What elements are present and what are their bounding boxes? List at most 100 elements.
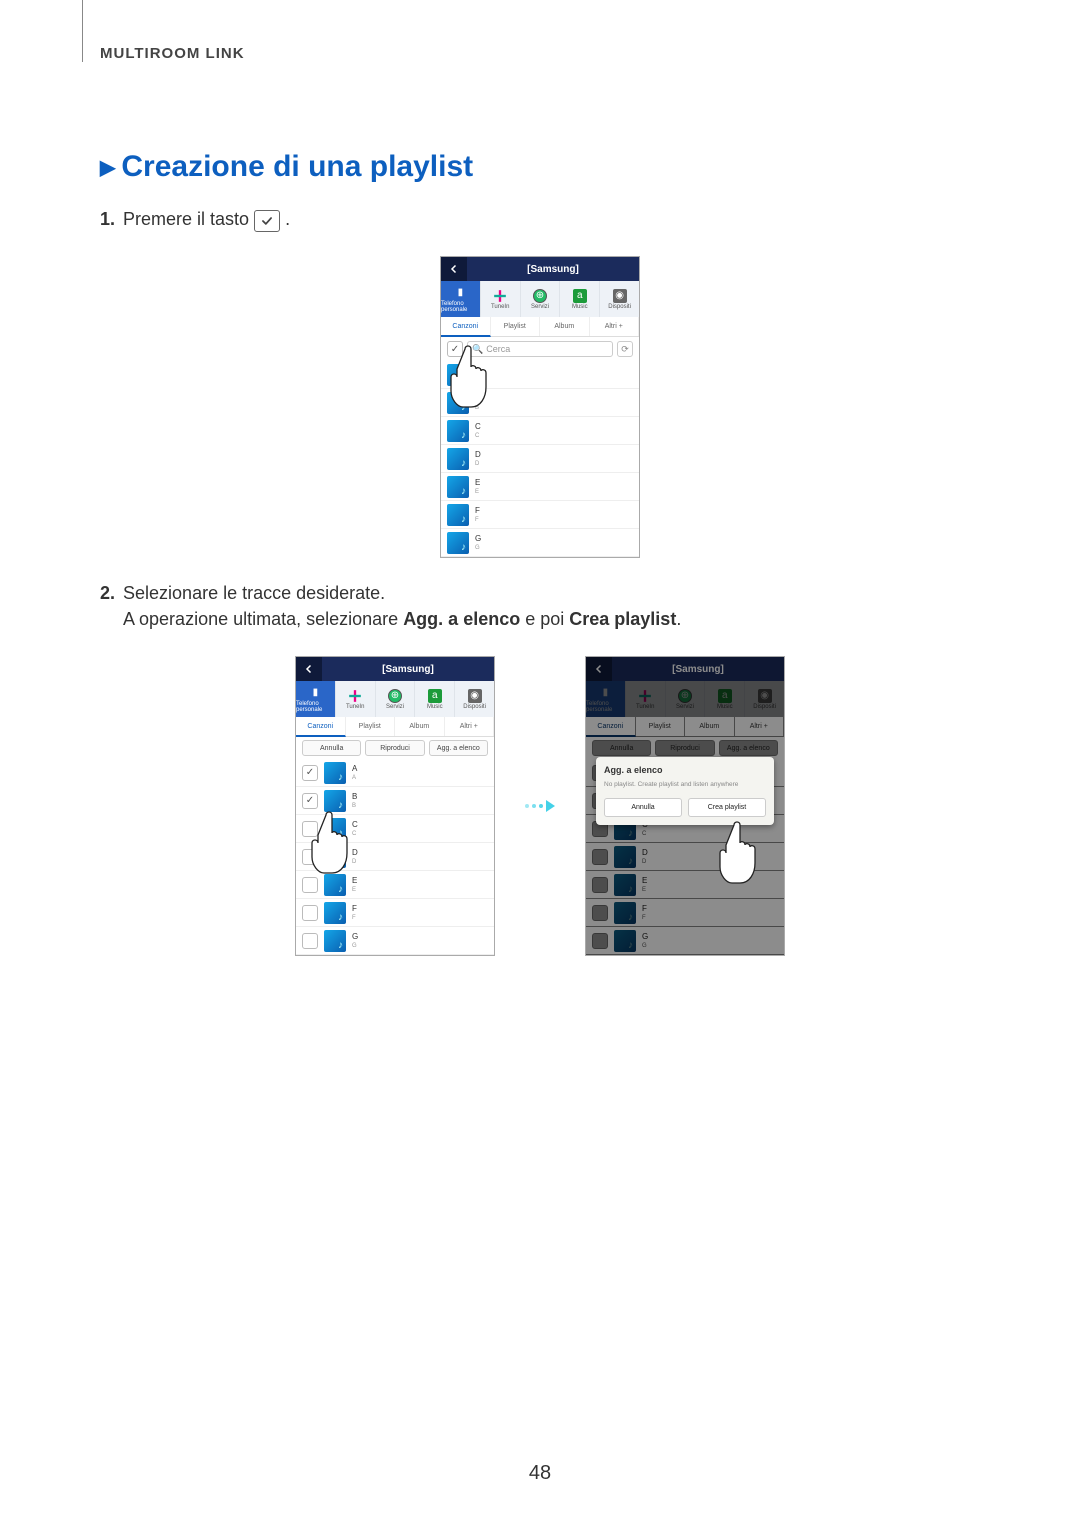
track-row[interactable]: EE — [296, 871, 494, 899]
screenshot-2: [Samsung] ▮Telefono personale TuneIn ⊕Se… — [295, 656, 495, 956]
sequence-arrow-icon — [525, 800, 555, 812]
track-title: A — [475, 367, 480, 375]
track-row[interactable]: BB — [441, 389, 639, 417]
step-2-line2a: A operazione ultimata, selezionare — [123, 609, 403, 629]
source-tunein-label: TuneIn — [346, 704, 364, 710]
track-title: A — [352, 765, 357, 773]
screenshot-3: [Samsung] ▮Telefono personale TuneIn ⊕Se… — [585, 656, 785, 956]
track-checkbox[interactable] — [302, 765, 318, 781]
check-button-icon — [254, 210, 280, 232]
back-button[interactable] — [296, 657, 322, 681]
source-row: ▮Telefono personale TuneIn ⊕Servizi aMus… — [296, 681, 494, 717]
step-2: 2. Selezionare le tracce desiderate. A o… — [100, 580, 980, 632]
cancel-button[interactable]: Annulla — [302, 740, 361, 756]
title-caret-icon: ▶ — [100, 155, 115, 180]
add-to-list-button[interactable]: Agg. a elenco — [429, 740, 488, 756]
track-checkbox[interactable] — [302, 793, 318, 809]
tab-more[interactable]: Altri + — [590, 317, 640, 336]
track-thumb-icon — [324, 846, 346, 868]
track-checkbox[interactable] — [302, 821, 318, 837]
track-artist: F — [475, 517, 480, 523]
select-all-checkbox[interactable] — [447, 341, 463, 357]
modal-create-playlist-button[interactable]: Crea playlist — [688, 798, 766, 817]
source-devices[interactable]: ◉Dispositi — [455, 681, 494, 717]
track-checkbox[interactable] — [302, 849, 318, 865]
screenshot-row-2: [Samsung] ▮Telefono personale TuneIn ⊕Se… — [100, 656, 980, 956]
step-2-line1: Selezionare le tracce desiderate. — [123, 583, 385, 603]
screenshot-1: [Samsung] ▮Telefono personale TuneIn ⊕Se… — [440, 256, 640, 558]
tab-more[interactable]: Altri + — [445, 717, 495, 736]
track-title: D — [475, 451, 481, 459]
tab-row: Canzoni Playlist Album Altri + — [441, 317, 639, 337]
source-services[interactable]: ⊕Servizi — [521, 281, 561, 317]
source-devices[interactable]: ◉Dispositi — [600, 281, 639, 317]
app-title: [Samsung] — [467, 264, 639, 275]
track-row[interactable]: CC — [441, 417, 639, 445]
track-row[interactable]: DD — [441, 445, 639, 473]
source-services-label: Servizi — [531, 304, 549, 310]
refresh-button[interactable]: ⟳ — [617, 341, 633, 357]
modal-cancel-button[interactable]: Annulla — [604, 798, 682, 817]
source-phone-label: Telefono personale — [441, 301, 480, 313]
step-2-line2e: . — [676, 609, 681, 629]
tab-album[interactable]: Album — [540, 317, 590, 336]
step-2-bold-create: Crea playlist — [569, 609, 676, 629]
track-row[interactable]: GG — [296, 927, 494, 955]
track-thumb-icon — [324, 902, 346, 924]
section-header: MULTIROOM LINK — [100, 45, 245, 62]
modal-title: Agg. a elenco — [604, 765, 766, 775]
source-services[interactable]: ⊕Servizi — [376, 681, 416, 717]
tab-songs[interactable]: Canzoni — [296, 717, 346, 737]
track-row[interactable]: FF — [441, 501, 639, 529]
track-title: G — [352, 933, 358, 941]
track-artist: G — [352, 943, 358, 949]
track-row[interactable]: FF — [296, 899, 494, 927]
track-row[interactable]: BB — [296, 787, 494, 815]
source-phone[interactable]: ▮Telefono personale — [441, 281, 481, 317]
step-1-number: 1. — [100, 206, 115, 232]
step-1-before: Premere il tasto — [123, 209, 249, 229]
app-header: [Samsung] — [441, 257, 639, 281]
track-row[interactable]: EE — [441, 473, 639, 501]
header-rule — [82, 0, 83, 62]
track-row[interactable]: GG — [441, 529, 639, 557]
track-thumb-icon — [447, 476, 469, 498]
search-placeholder: Cerca — [486, 344, 510, 354]
track-checkbox[interactable] — [302, 933, 318, 949]
step-1-text: Premere il tasto . — [123, 206, 980, 232]
source-amazon[interactable]: aMusic — [560, 281, 600, 317]
track-row[interactable]: AA — [441, 361, 639, 389]
track-row[interactable]: CC — [296, 815, 494, 843]
source-tunein-label: TuneIn — [491, 304, 509, 310]
track-thumb-icon — [447, 448, 469, 470]
source-amazon[interactable]: aMusic — [415, 681, 455, 717]
track-thumb-icon — [324, 874, 346, 896]
track-artist: A — [352, 775, 357, 781]
track-thumb-icon — [324, 930, 346, 952]
step-2-number: 2. — [100, 580, 115, 632]
track-title: C — [352, 821, 358, 829]
page-title-row: ▶ Creazione di una playlist — [100, 150, 980, 184]
tab-playlist[interactable]: Playlist — [346, 717, 396, 736]
source-tunein[interactable]: TuneIn — [336, 681, 376, 717]
tab-album[interactable]: Album — [395, 717, 445, 736]
track-title: G — [475, 535, 481, 543]
track-artist: F — [352, 915, 357, 921]
tab-playlist[interactable]: Playlist — [491, 317, 541, 336]
action-row: Annulla Riproduci Agg. a elenco — [296, 737, 494, 759]
search-input[interactable]: 🔍Cerca — [467, 341, 613, 357]
tab-songs[interactable]: Canzoni — [441, 317, 491, 337]
source-tunein[interactable]: TuneIn — [481, 281, 521, 317]
back-button[interactable] — [441, 257, 467, 281]
source-phone[interactable]: ▮Telefono personale — [296, 681, 336, 717]
track-row[interactable]: DD — [296, 843, 494, 871]
search-row: 🔍Cerca ⟳ — [441, 337, 639, 361]
track-list: AA BB CC DD EE FF GG — [441, 361, 639, 557]
track-thumb-icon — [324, 762, 346, 784]
track-checkbox[interactable] — [302, 877, 318, 893]
track-list: AA BB CC DD EE FF GG — [296, 759, 494, 955]
track-artist: D — [352, 859, 358, 865]
track-row[interactable]: AA — [296, 759, 494, 787]
play-button[interactable]: Riproduci — [365, 740, 424, 756]
track-checkbox[interactable] — [302, 905, 318, 921]
